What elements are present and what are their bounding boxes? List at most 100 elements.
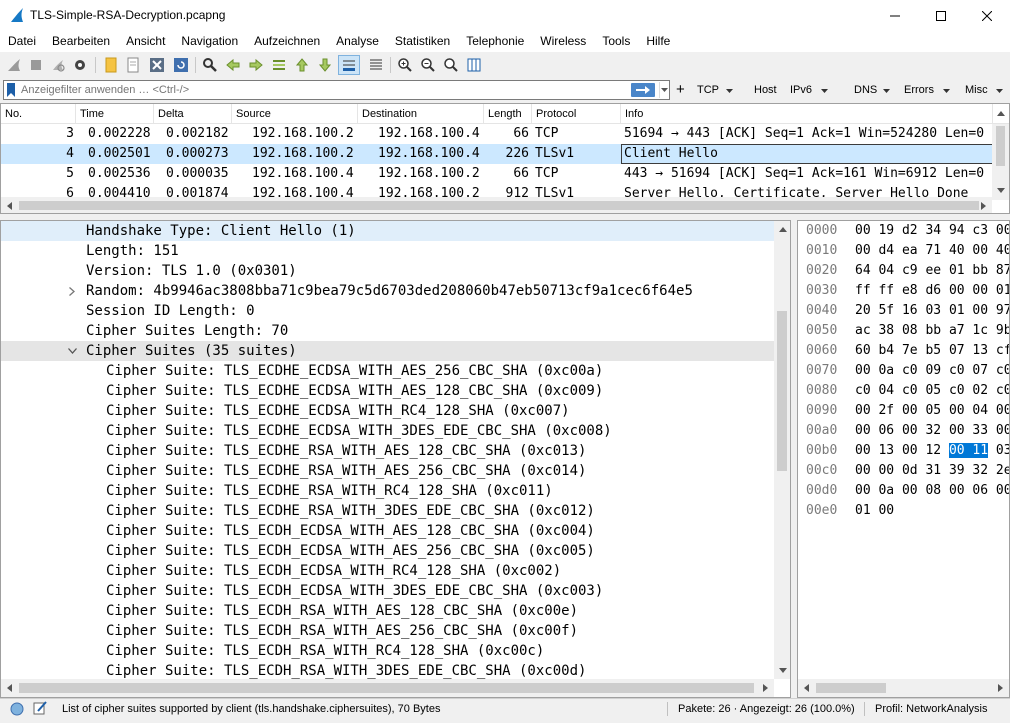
resize-columns-icon[interactable] [464, 55, 484, 75]
hex-byte[interactable]: c0 [949, 383, 965, 398]
detail-row[interactable]: Version: TLS 1.0 (0x0301) [1, 261, 774, 281]
packet-list-vscrollbar[interactable] [992, 124, 1009, 200]
detail-row-cipher-suite[interactable]: Cipher Suite: TLS_ECDH_ECDSA_WITH_RC4_12… [1, 561, 774, 581]
hex-byte[interactable]: 40 [949, 243, 965, 258]
chevron-down-icon[interactable] [996, 82, 1003, 98]
hex-byte[interactable]: 04 [972, 403, 988, 418]
details-vscrollbar[interactable] [774, 221, 790, 679]
hex-byte[interactable]: 0a [878, 483, 894, 498]
detail-row-cipher-suite[interactable]: Cipher Suite: TLS_ECDHE_RSA_WITH_AES_128… [1, 441, 774, 461]
hex-byte[interactable]: e8 [902, 283, 918, 298]
hex-byte[interactable]: 34 [925, 223, 941, 238]
hex-byte[interactable]: 94 [949, 223, 965, 238]
hex-byte[interactable]: 32 [972, 463, 988, 478]
hex-byte[interactable]: 01 [855, 503, 871, 518]
column-header-time[interactable]: Time [76, 104, 154, 124]
go-back-icon[interactable] [223, 55, 243, 75]
go-to-packet-icon[interactable] [269, 55, 289, 75]
detail-row-cipher-suite[interactable]: Cipher Suite: TLS_ECDHE_RSA_WITH_RC4_128… [1, 481, 774, 501]
hex-byte[interactable]: 00 [902, 443, 918, 458]
hex-byte[interactable]: 00 [972, 243, 988, 258]
scroll-down-arrow-icon[interactable] [992, 182, 1009, 199]
hex-byte[interactable]: 00 [996, 223, 1009, 238]
filter-button-dns[interactable]: DNS [854, 82, 877, 98]
hex-byte[interactable]: bb [925, 323, 941, 338]
detail-row-cipher-suite[interactable]: Cipher Suite: TLS_ECDHE_ECDSA_WITH_AES_2… [1, 361, 774, 381]
close-button[interactable] [964, 0, 1010, 31]
scroll-left-arrow-icon[interactable] [1, 197, 18, 213]
menu-bearbeiten[interactable]: Bearbeiten [44, 31, 118, 52]
hex-byte[interactable]: 06 [878, 423, 894, 438]
detail-row-cipher-suite[interactable]: Cipher Suite: TLS_ECDHE_RSA_WITH_3DES_ED… [1, 501, 774, 521]
hex-byte[interactable]: ea [902, 243, 918, 258]
hex-byte[interactable]: 19 [878, 223, 894, 238]
hex-byte[interactable]: 00 [902, 403, 918, 418]
hex-byte[interactable]: 00 [878, 503, 894, 518]
hex-byte[interactable]: ff [878, 283, 894, 298]
apply-filter-arrow-icon[interactable] [631, 83, 655, 97]
hex-byte[interactable]: 16 [902, 303, 918, 318]
packet-row[interactable]: 3 0.002228 0.002182 192.168.100.2 192.16… [1, 124, 993, 144]
expert-info-icon[interactable] [10, 702, 24, 716]
column-header-destination[interactable]: Destination [358, 104, 484, 124]
detail-row[interactable]: Cipher Suites Length: 70 [1, 321, 774, 341]
hex-byte[interactable]: 0a [878, 363, 894, 378]
zoom-in-icon[interactable] [395, 55, 415, 75]
menu-telephonie[interactable]: Telephonie [458, 31, 532, 52]
hex-byte[interactable]: 05 [925, 383, 941, 398]
hex-byte[interactable]: 5f [878, 303, 894, 318]
column-header-protocol[interactable]: Protocol [532, 104, 621, 124]
scroll-thumb[interactable] [19, 201, 979, 210]
colorize-icon[interactable] [366, 55, 386, 75]
close-file-icon[interactable] [147, 55, 167, 75]
scroll-thumb[interactable] [996, 126, 1005, 166]
column-header-delta[interactable]: Delta [154, 104, 232, 124]
hex-byte[interactable]: c3 [972, 223, 988, 238]
hex-byte[interactable]: 00 [855, 483, 871, 498]
hex-byte[interactable]: 32 [925, 423, 941, 438]
hex-byte[interactable]: 09 [925, 363, 941, 378]
capture-comment-icon[interactable] [33, 701, 47, 715]
hex-byte[interactable]: 00 [855, 423, 871, 438]
scroll-down-arrow-icon[interactable] [774, 662, 790, 679]
add-filter-button[interactable]: + [676, 82, 685, 98]
column-header-source[interactable]: Source [232, 104, 358, 124]
hex-byte[interactable]: 00 [949, 423, 965, 438]
detail-row-cipher-suite[interactable]: Cipher Suite: TLS_ECDHE_RSA_WITH_AES_256… [1, 461, 774, 481]
detail-row-cipher-suite[interactable]: Cipher Suite: TLS_ECDHE_ECDSA_WITH_AES_1… [1, 381, 774, 401]
hex-byte[interactable]: 87 [996, 263, 1009, 278]
detail-row-cipher-suite[interactable]: Cipher Suite: TLS_ECDHE_ECDSA_WITH_3DES_… [1, 421, 774, 441]
chevron-down-icon[interactable] [943, 82, 950, 98]
hex-byte[interactable]: 64 [855, 263, 871, 278]
menu-hilfe[interactable]: Hilfe [638, 31, 678, 52]
hex-byte[interactable]: 31 [925, 463, 941, 478]
hex-byte[interactable]: 38 [878, 323, 894, 338]
go-first-icon[interactable] [292, 55, 312, 75]
scroll-thumb[interactable] [19, 683, 754, 693]
hex-byte[interactable]: 00 [855, 403, 871, 418]
hex-byte[interactable]: a7 [949, 323, 965, 338]
go-last-icon[interactable] [315, 55, 335, 75]
hex-byte[interactable]: ff [855, 283, 871, 298]
detail-row-cipher-suite[interactable]: Cipher Suite: TLS_ECDH_RSA_WITH_AES_256_… [1, 621, 774, 641]
hex-byte[interactable]: 00 [948, 443, 965, 458]
scroll-up-arrow-icon[interactable] [774, 221, 790, 238]
hex-byte[interactable]: 07 [972, 363, 988, 378]
hex-byte[interactable]: 04 [878, 263, 894, 278]
menu-wireless[interactable]: Wireless [532, 31, 594, 52]
hex-byte[interactable]: 00 [949, 283, 965, 298]
autoscroll-icon[interactable] [338, 55, 360, 75]
details-hscrollbar[interactable] [1, 679, 774, 697]
restart-icon[interactable] [48, 55, 68, 75]
hex-byte[interactable]: 03 [925, 303, 941, 318]
scroll-right-arrow-icon[interactable] [975, 197, 992, 213]
detail-row-cipher-suite[interactable]: Cipher Suite: TLS_ECDHE_ECDSA_WITH_RC4_1… [1, 401, 774, 421]
hex-byte[interactable]: 97 [996, 303, 1009, 318]
chevron-down-icon[interactable] [821, 82, 828, 98]
filter-button-host[interactable]: Host [754, 82, 777, 98]
hex-byte[interactable]: 1c [972, 323, 988, 338]
detail-row-cipher-suite[interactable]: Cipher Suite: TLS_ECDH_ECDSA_WITH_3DES_E… [1, 581, 774, 601]
stop-icon[interactable] [26, 55, 46, 75]
hex-byte[interactable]: c0 [902, 363, 918, 378]
scroll-left-arrow-icon[interactable] [798, 679, 815, 696]
